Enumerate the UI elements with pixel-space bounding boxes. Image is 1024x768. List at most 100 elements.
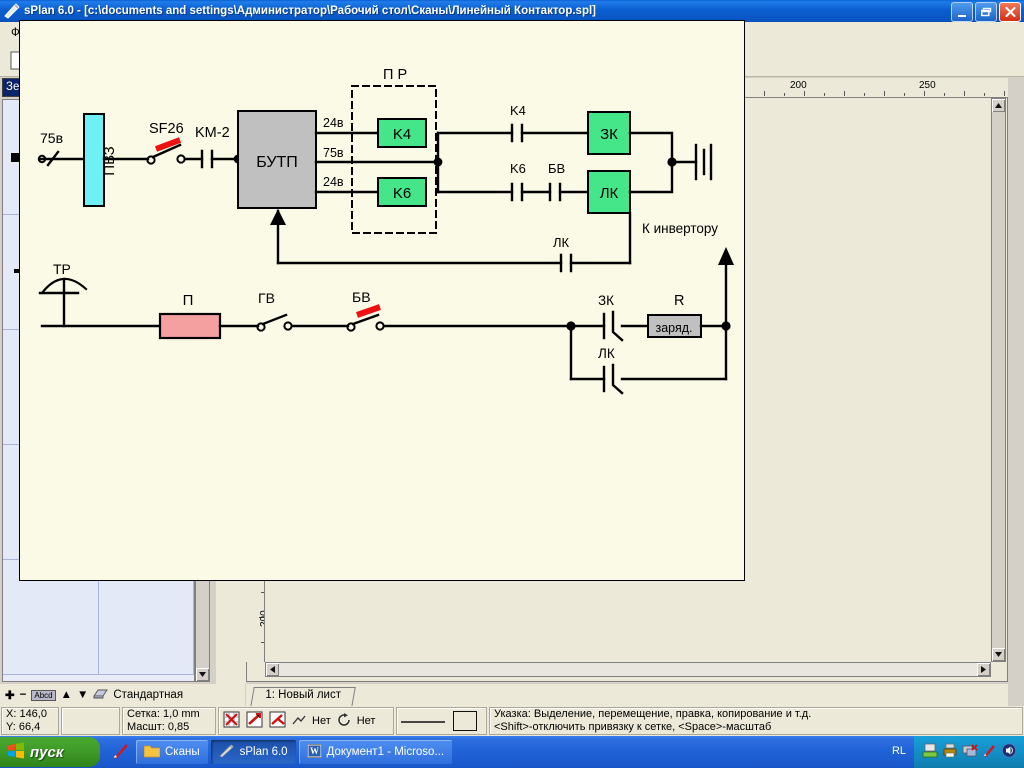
- ruler-label-v-200: 200: [259, 610, 265, 627]
- start-button[interactable]: пуск: [0, 737, 100, 767]
- move-down-icon[interactable]: ▼: [77, 689, 88, 701]
- label-75v-left: 75в: [40, 130, 63, 146]
- minimize-button[interactable]: [951, 2, 973, 22]
- folder-icon: [143, 744, 161, 761]
- windows-logo-icon: [7, 742, 25, 763]
- label-km2: KM-2: [195, 125, 230, 141]
- grid-value: Сетка: 1,0 mm: [127, 708, 200, 720]
- label-24v-a: 24в: [323, 116, 344, 130]
- label-zk-contact-right: ЗК: [598, 293, 614, 308]
- volume-icon[interactable]: [1001, 743, 1017, 761]
- arrow-butp-input: [270, 209, 286, 225]
- angle-icon: [292, 714, 306, 729]
- line-style-cell[interactable]: [396, 707, 487, 735]
- coord-x-value: X: 146,0: [6, 708, 47, 720]
- taskbar-item-label: sPlan 6.0: [239, 746, 288, 758]
- scroll-up-button[interactable]: [992, 99, 1005, 112]
- label-k6-contact: K6: [510, 161, 526, 176]
- title-bar: sPlan 6.0 - [c:\documents and settings\А…: [0, 0, 1024, 22]
- sheet-tab-label: 1: Новый лист: [265, 689, 341, 701]
- label-bv-switch: БВ: [352, 289, 371, 305]
- snap-options-cell: Нет Нет: [218, 707, 394, 735]
- schematic-drawing[interactable]: 75в ПВЗ SF26 KM-2 БУТП 24в 75в 24в П Р K…: [19, 20, 745, 581]
- language-indicator[interactable]: RL: [892, 745, 906, 757]
- coord-y-value: Y: 66,4: [6, 721, 41, 733]
- add-library-icon[interactable]: ✚: [5, 688, 15, 702]
- network-icon[interactable]: [962, 743, 978, 761]
- label-tr: ТР: [53, 261, 71, 277]
- rename-abcd-icon[interactable]: Abcd: [31, 689, 56, 701]
- label-to-inverter: К инвертору: [642, 221, 718, 236]
- ruler-label-200: 200: [790, 80, 807, 91]
- line-style-icon[interactable]: [401, 715, 445, 727]
- window-controls: [951, 2, 1021, 22]
- rotation-value: Нет: [356, 715, 376, 727]
- label-k4-relay: K4: [393, 126, 411, 143]
- svg-text:W: W: [310, 746, 319, 756]
- angle-value: Нет: [312, 715, 331, 727]
- grid-snap-icon[interactable]: [223, 711, 240, 731]
- coordinates-display: X: 146,0 Y: 66,4: [1, 707, 59, 735]
- ruler-label-250: 250: [919, 80, 936, 91]
- library-status-strip: ✚ − Abcd ▲ ▼ Стандартная: [0, 684, 245, 706]
- point-snap-icon[interactable]: [269, 711, 286, 731]
- fill-style-icon[interactable]: [453, 711, 477, 731]
- object-snap-icon[interactable]: [246, 711, 263, 731]
- status-bar: X: 146,0 Y: 66,4 Сетка: 1,0 mm Масшт: 0,…: [0, 706, 1024, 736]
- label-k4-contact: K4: [510, 103, 526, 118]
- scroll-down-button[interactable]: [196, 668, 209, 681]
- window-title: sPlan 6.0 - [c:\documents and settings\А…: [24, 5, 596, 17]
- quick-launch-bar: [106, 738, 136, 766]
- label-p-fuse: П: [183, 292, 194, 309]
- restore-button[interactable]: [975, 2, 997, 22]
- hint-message-cell: Указка: Выделение, перемещение, правка, …: [489, 707, 1023, 735]
- library-status-label: Стандартная: [113, 689, 184, 701]
- taskbar-item-splan[interactable]: sPlan 6.0: [210, 740, 296, 764]
- taskbar-item-word[interactable]: W Документ1 - Microso...: [298, 740, 453, 764]
- label-zk-block: ЗК: [600, 126, 618, 143]
- canvas-horizontal-scrollbar[interactable]: [265, 662, 991, 677]
- grid-scale-display: Сетка: 1,0 mm Масшт: 0,85: [122, 707, 216, 735]
- system-tray: [914, 736, 1024, 768]
- remove-library-icon[interactable]: −: [20, 689, 27, 701]
- taskbar-item-scans[interactable]: Сканы: [136, 740, 208, 764]
- start-label: пуск: [30, 743, 64, 761]
- move-up-icon[interactable]: ▲: [61, 689, 72, 701]
- label-r-value: заряд.: [655, 321, 692, 335]
- label-r: R: [674, 293, 684, 309]
- label-lk-contact-right: ЛК: [598, 346, 615, 361]
- scanner-icon[interactable]: [922, 743, 938, 761]
- label-24v-b: 24в: [323, 175, 344, 189]
- windows-taskbar: пуск Сканы sPlan 6.0 W Документ1 - Micro…: [0, 736, 1024, 768]
- printer-icon[interactable]: [942, 743, 958, 761]
- scrollbar-track[interactable]: [279, 663, 977, 676]
- label-k6-relay: K6: [393, 185, 411, 202]
- scroll-left-button[interactable]: [266, 663, 279, 676]
- canvas-vertical-scrollbar[interactable]: [991, 98, 1006, 662]
- status-empty-cell: [61, 707, 120, 735]
- taskbar-item-label: Сканы: [165, 746, 200, 758]
- app-icon: [3, 3, 21, 19]
- splan-application-window: sPlan 6.0 - [c:\documents and settings\А…: [0, 0, 1024, 768]
- label-pvz: ПВЗ: [101, 146, 118, 175]
- label-75v-out: 75в: [323, 146, 344, 160]
- label-sf26: SF26: [149, 121, 184, 137]
- book-icon: [93, 688, 109, 703]
- label-pr-group: П Р: [383, 67, 407, 83]
- splan-icon: [219, 744, 235, 761]
- label-lk-contact-bottom: ЛК: [553, 235, 570, 250]
- scroll-down-button[interactable]: [992, 648, 1005, 661]
- arrow-to-inverter: [718, 247, 734, 265]
- close-button[interactable]: [999, 2, 1021, 22]
- scroll-right-button[interactable]: [977, 663, 990, 676]
- schematic-svg: 75в ПВЗ SF26 KM-2 БУТП 24в 75в 24в П Р K…: [37, 67, 734, 395]
- hint-line-1: Указка: Выделение, перемещение, правка, …: [494, 708, 812, 720]
- word-icon: W: [306, 743, 322, 761]
- splan-quick-icon[interactable]: [112, 742, 130, 763]
- scale-value: Масшт: 0,85: [127, 721, 190, 733]
- splan-tray-icon[interactable]: [982, 743, 997, 761]
- hint-line-2: <Shift>-отключить привязку к сетке, <Spa…: [494, 721, 772, 733]
- sheet-tab-1[interactable]: 1: Новый лист: [250, 687, 356, 707]
- label-butp: БУТП: [256, 154, 298, 171]
- label-gv-switch: ГВ: [258, 290, 275, 306]
